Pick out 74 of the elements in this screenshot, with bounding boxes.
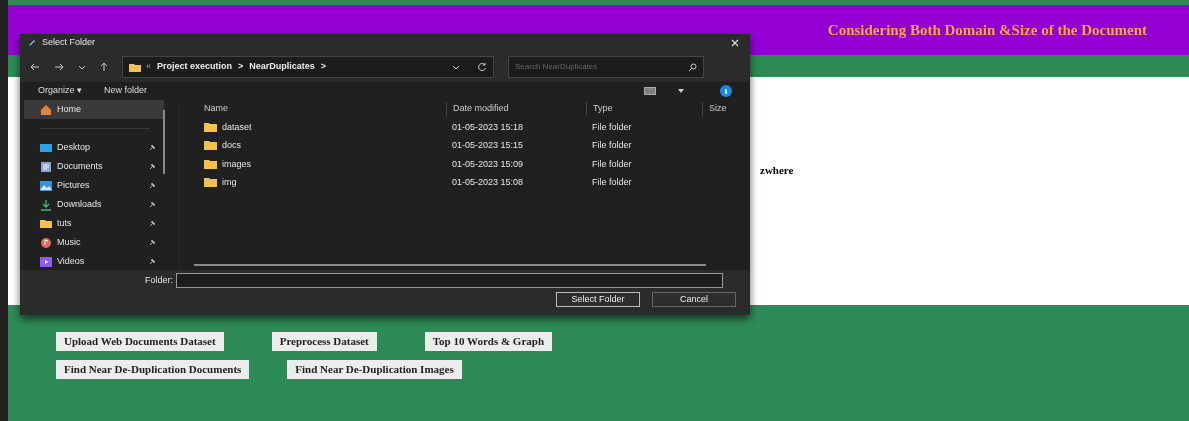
search-field[interactable]: Search NearDuplicates	[508, 56, 704, 78]
chevron-down-icon[interactable]	[78, 64, 86, 70]
action-button[interactable]: Top 10 Words & Graph	[424, 332, 553, 351]
forward-arrow-icon[interactable]	[54, 63, 64, 71]
file-row[interactable]: dataset 01-05-2023 15:18 File folder	[194, 118, 744, 137]
file-date: 01-05-2023 15:08	[451, 176, 525, 189]
folder-icon	[129, 62, 141, 72]
dialog-button[interactable]: Select Folder	[556, 292, 640, 307]
panel-text: zwhere	[760, 164, 794, 176]
back-arrow-icon[interactable]	[30, 63, 40, 71]
file-date: 01-05-2023 15:18	[451, 120, 525, 134]
folder-label: Folder:	[145, 273, 173, 287]
folder-icon	[204, 122, 217, 132]
sidebar-item[interactable]: tuts	[24, 214, 164, 233]
file-name: images	[222, 157, 251, 171]
breadcrumb-separator: >	[320, 60, 327, 74]
file-name: img	[222, 176, 237, 189]
file-row[interactable]: img 01-05-2023 15:08 File folder	[194, 173, 744, 192]
dialog-button[interactable]: Cancel	[652, 292, 736, 307]
action-button[interactable]: Find Near De-Duplication Images	[287, 360, 462, 379]
pictures-icon	[40, 179, 52, 192]
sidebar-item[interactable]: Videos	[24, 252, 164, 271]
breadcrumb-separator: «	[146, 60, 151, 74]
pen-icon	[28, 39, 36, 47]
folder-icon	[204, 141, 217, 151]
sidebar-item[interactable]: Pictures	[24, 176, 164, 195]
file-type: File folder	[591, 157, 633, 171]
toolbar-button[interactable]: New folder	[104, 84, 148, 98]
breadcrumb-item[interactable]: Project execution	[157, 60, 233, 74]
file-name: dataset	[222, 120, 252, 134]
videos-icon	[40, 255, 52, 268]
up-arrow-icon[interactable]	[100, 62, 108, 72]
toolbar-button[interactable]: Organize ▾	[38, 84, 83, 98]
column-header[interactable]: Date modified	[446, 102, 586, 116]
action-button[interactable]: Find Near De-Duplication Documents	[56, 360, 250, 379]
search-input[interactable]: Search NearDuplicates	[515, 61, 688, 73]
file-type: File folder	[591, 176, 633, 189]
action-button[interactable]: Preprocess Dataset	[271, 332, 377, 351]
chevron-down-icon[interactable]	[678, 89, 684, 93]
download-arrow-icon	[40, 198, 52, 211]
column-header[interactable]: Type	[586, 102, 702, 116]
file-date: 01-05-2023 15:15	[451, 139, 525, 152]
file-row[interactable]: docs 01-05-2023 15:15 File folder	[194, 136, 744, 155]
action-button[interactable]: Upload Web Documents Dataset	[56, 332, 224, 351]
file-date: 01-05-2023 15:09	[451, 157, 525, 171]
file-name: docs	[222, 139, 241, 152]
address-bar[interactable]: « Project execution > NearDuplicates >	[122, 56, 494, 78]
dialog-title: Select Folder	[42, 36, 96, 50]
sidebar-item[interactable]: Documents	[24, 157, 164, 176]
sidebar-item[interactable]: Downloads	[24, 195, 164, 214]
search-icon	[688, 62, 697, 72]
chevron-down-icon[interactable]	[452, 64, 460, 70]
folder-field[interactable]	[176, 273, 723, 288]
file-row[interactable]: images 01-05-2023 15:09 File folder	[194, 155, 744, 174]
column-header[interactable]: Name	[194, 102, 446, 116]
documents-icon	[40, 160, 52, 173]
folder-icon	[204, 159, 217, 169]
sidebar-item[interactable]: Desktop	[24, 138, 164, 157]
breadcrumb-item[interactable]: NearDuplicates	[249, 60, 315, 74]
desktop-icon	[40, 141, 52, 154]
sidebar-item[interactable]: Home	[24, 100, 164, 119]
breadcrumb-separator: >	[238, 60, 244, 74]
folder-icon	[40, 217, 52, 230]
folder-icon	[204, 178, 217, 188]
file-type: File folder	[591, 120, 633, 134]
house-icon	[40, 103, 52, 116]
page-title: Considering Both Domain &Size of the Document	[827, 20, 1147, 40]
close-icon	[731, 39, 739, 47]
sidebar-item[interactable]: Music	[24, 233, 164, 252]
refresh-icon[interactable]	[477, 62, 487, 72]
file-type: File folder	[591, 139, 633, 152]
column-header[interactable]: Size	[702, 102, 742, 116]
music-icon	[40, 236, 52, 249]
help-icon[interactable]	[720, 85, 732, 97]
